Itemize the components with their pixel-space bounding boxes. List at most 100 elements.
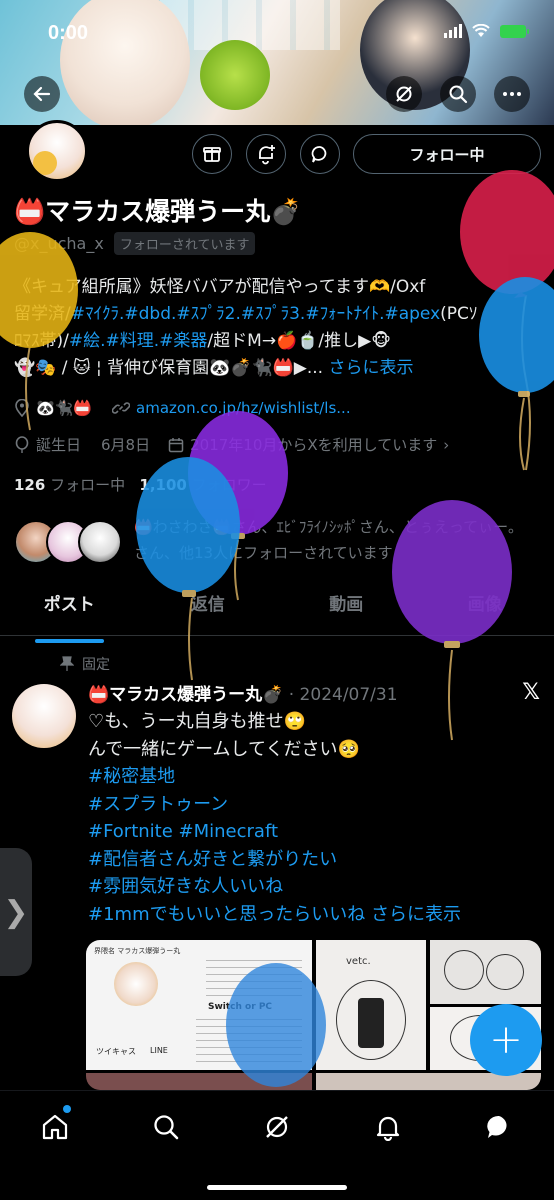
post-hashtag[interactable]: #秘密基地: [88, 763, 538, 791]
bio-line: 《キュア組所属》妖怪ババアが配信やってます🫶/Oxf: [14, 274, 544, 301]
x-logo-icon: 𝕏: [522, 680, 540, 705]
home-icon: [42, 1114, 68, 1140]
bio-line: 留学済/#ﾏｲｸﾗ.#dbd.#ｽﾌﾟﾗ2.#ｽﾌﾟﾗ3.#ﾌｫｰﾄﾅｲﾄ.#a…: [14, 301, 544, 328]
post-media-grid[interactable]: 界隈名 マラカス爆弾うー丸 Switch or PC ツイキャス LINE ve…: [86, 940, 541, 1090]
media-card-platform: Switch or PC: [208, 1002, 273, 1012]
media-image[interactable]: [430, 940, 541, 1004]
notifications-icon: [376, 1116, 400, 1141]
show-more-link[interactable]: さらに表示: [371, 904, 461, 925]
media-card-sns: ツイキャス: [96, 1047, 136, 1056]
more-options-button[interactable]: [494, 76, 530, 112]
bio-text: 《キュア組所属》妖怪ババアが配信やってます🫶/Oxf: [14, 277, 426, 297]
post-text[interactable]: ♡も、うー丸自身も推せ🙄 んで一緒にゲームしてください🥺 #秘密基地 #スプラト…: [88, 708, 538, 928]
bio-text: ﾛﾏｽ帯)/: [14, 331, 69, 351]
plus-icon: +: [489, 1017, 523, 1063]
handle-row: @x_ucha_x フォローされています: [14, 232, 256, 255]
search-icon: [449, 85, 468, 104]
tab-videos[interactable]: 動画: [277, 584, 416, 635]
more-icon: [503, 92, 521, 96]
nav-home[interactable]: [35, 1105, 75, 1147]
bio-text: /超ドM→🍎🍵/推し▶🐵: [207, 331, 391, 351]
media-card-lines: [206, 956, 302, 996]
home-indicator: [207, 1185, 347, 1190]
post-line: んで一緒にゲームしてください🥺: [88, 738, 360, 760]
chevron-right-icon[interactable]: ›: [443, 436, 449, 454]
post-hashtag[interactable]: #スプラトゥーン: [88, 791, 538, 819]
location-link-row: 🐼🐈‍⬛📛 amazon.co.jp/hz/wishlist/ls...: [14, 399, 351, 417]
shop-button[interactable]: [192, 134, 232, 174]
grok-icon: [396, 86, 412, 102]
post-header: 📛マラカス爆弾うー丸💣 · 2024/07/31: [88, 680, 398, 705]
profile-tabs: ポスト 返信 動画 画像: [0, 584, 554, 643]
joined-date: 2017年10月からXを利用しています: [190, 436, 438, 454]
bio-hashtags[interactable]: #ﾏｲｸﾗ.#dbd.#ｽﾌﾟﾗ2.#ｽﾌﾟﾗ3.#ﾌｫｰﾄﾅｲﾄ.#apex: [71, 304, 440, 324]
profile-link[interactable]: amazon.co.jp/hz/wishlist/ls...: [136, 399, 351, 417]
search-icon: [154, 1115, 179, 1140]
notify-button[interactable]: [246, 134, 286, 174]
followers-count[interactable]: 1,100: [139, 476, 186, 494]
grok-icon: [266, 1116, 288, 1138]
following-button[interactable]: フォロー中: [353, 134, 541, 174]
profile-location: 🐼🐈‍⬛📛: [36, 399, 93, 417]
mutual-followers-text[interactable]: 📛わさわさ📛さん、ｴﾋﾞﾌﾗｲﾉｼｯﾎﾟさん、とぅえってぃー。さん、他13人にフ…: [134, 514, 534, 566]
location-pin-icon: [15, 399, 29, 417]
followers-label[interactable]: フォロワー: [192, 476, 267, 494]
side-panel-handle[interactable]: ❯: [0, 848, 32, 976]
bio-text: 👻🎭 / 🐱 ¦ 背伸び保育園🐼💣🐈‍⬛📛▶...: [14, 358, 324, 378]
bell-plus-icon: [259, 145, 275, 165]
media-card-avatar: [114, 962, 158, 1006]
gift-icon: [203, 147, 221, 162]
sketch-shape: [486, 954, 524, 990]
profile-avatar[interactable]: [26, 120, 88, 182]
post-hashtag[interactable]: #1mmでもいいと思ったらいいね: [88, 904, 365, 925]
show-more-link[interactable]: さらに表示: [329, 358, 414, 378]
avatar: [78, 520, 122, 564]
post-date[interactable]: · 2024/07/31: [289, 685, 398, 705]
media-image[interactable]: vetc.: [316, 940, 426, 1070]
mutual-followers-avatars[interactable]: [14, 520, 124, 566]
back-arrow-icon: [33, 86, 51, 102]
back-button[interactable]: [24, 76, 60, 112]
tab-media[interactable]: 画像: [416, 584, 554, 635]
bio-line: ﾛﾏｽ帯)/#絵.#料理.#楽器/超ドM→🍎🍵/推し▶🐵: [14, 328, 544, 355]
birthday-label: 誕生日: [36, 436, 82, 454]
post-author-avatar[interactable]: [12, 684, 76, 748]
tab-posts[interactable]: ポスト: [0, 584, 139, 643]
post-hashtag[interactable]: #雰囲気好きな人いいね: [88, 873, 538, 901]
pin-icon: [60, 656, 74, 671]
post-hashtag[interactable]: #配信者さん好きと繋がりたい: [88, 846, 538, 874]
nav-notifications[interactable]: [368, 1107, 408, 1147]
calendar-icon: [168, 437, 184, 452]
status-bar: 0:00: [0, 12, 554, 52]
pinned-label: 固定: [82, 657, 110, 673]
bio-line: 👻🎭 / 🐱 ¦ 背伸び保育園🐼💣🐈‍⬛📛▶... さらに表示: [14, 355, 544, 382]
following-label[interactable]: フォロー中: [50, 476, 125, 494]
media-sketch-label: vetc.: [346, 956, 371, 967]
media-image[interactable]: 界隈名 マラカス爆弾うー丸 Switch or PC ツイキャス LINE: [86, 940, 312, 1070]
media-image[interactable]: [86, 1073, 312, 1090]
bio-text: (PCｿ: [440, 304, 478, 324]
message-button[interactable]: [300, 134, 340, 174]
post-hashtag[interactable]: #Fortnite #Minecraft: [88, 818, 538, 846]
messages-icon: [487, 1115, 507, 1138]
nav-messages[interactable]: [479, 1107, 519, 1147]
bio-hashtags[interactable]: #絵.#料理.#楽器: [69, 331, 208, 351]
battery-icon: [500, 24, 529, 38]
sketch-shape: [444, 950, 484, 990]
tab-replies[interactable]: 返信: [139, 584, 278, 635]
profile-bio: 《キュア組所属》妖怪ババアが配信やってます🫶/Oxf 留学済/#ﾏｲｸﾗ.#db…: [14, 274, 544, 382]
post-author-name[interactable]: 📛マラカス爆弾うー丸💣: [88, 685, 283, 705]
following-count[interactable]: 126: [14, 476, 45, 494]
grok-button[interactable]: [386, 76, 422, 112]
search-button[interactable]: [440, 76, 476, 112]
nav-search[interactable]: [146, 1107, 186, 1147]
link-icon: [112, 402, 131, 414]
profile-name: 📛マラカス爆弾うー丸💣: [14, 197, 302, 226]
nav-grok[interactable]: [257, 1107, 297, 1147]
pinned-indicator: 固定: [60, 654, 110, 674]
media-card-sns: LINE: [150, 1046, 168, 1055]
status-time: 0:00: [48, 22, 89, 44]
media-card-lines: [196, 1018, 302, 1062]
compose-button[interactable]: +: [470, 1004, 542, 1076]
chat-bubble-icon: [311, 146, 327, 163]
